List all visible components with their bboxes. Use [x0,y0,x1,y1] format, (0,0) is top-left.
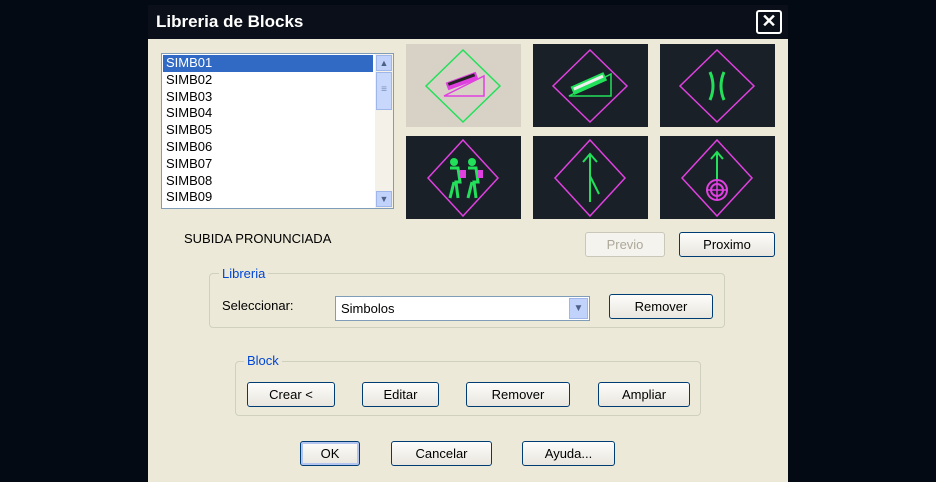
scroll-up-button[interactable]: ▲ [376,55,392,71]
list-item[interactable]: SIMB07 [163,156,373,173]
thumb-incorporacion-icon [553,138,627,218]
thumbnail-2[interactable] [533,44,648,127]
list-item[interactable]: SIMB02 [163,72,373,89]
block-remover-button[interactable]: Remover [466,382,570,407]
chevron-down-icon: ▼ [573,303,584,314]
thumbnail-6[interactable] [660,136,775,219]
libreria-de-blocks-dialog: Libreria de Blocks ✕ SIMB01 SIMB02 SIMB03 S… [148,5,788,482]
editar-label: Editar [383,387,418,402]
thumbnail-4[interactable] [406,136,521,219]
editar-button[interactable]: Editar [362,382,439,407]
ayuda-label: Ayuda... [544,446,593,461]
list-item[interactable]: SIMB03 [163,89,373,106]
thumb-puente-angosto-icon [678,48,756,124]
title-bar[interactable]: Libreria de Blocks ✕ [148,5,788,39]
ok-label: OK [320,446,340,461]
thumbnail-5[interactable] [533,136,648,219]
ampliar-label: Ampliar [621,387,667,402]
list-scrollbar[interactable]: ▲ ≡ ▼ [375,54,393,208]
thumbnail-3[interactable] [660,44,775,127]
crear-label: Crear < [269,387,313,402]
thumb-bajada-pronunciada-icon [551,48,629,124]
dropdown-button[interactable]: ▼ [569,298,588,319]
ok-button[interactable]: OK [300,441,360,466]
dialog-title: Libreria de Blocks [156,12,304,31]
thumb-peatones-icon [426,138,500,218]
grip-icon: ≡ [381,84,387,95]
thumb-circulo-icon [680,138,754,218]
thumb-subida-pronunciada-icon [424,48,502,124]
proximo-label: Proximo [703,237,751,252]
previo-button[interactable]: Previo [585,232,665,257]
ampliar-button[interactable]: Ampliar [598,382,690,407]
scroll-down-button[interactable]: ▼ [376,191,392,207]
thumbnail-1[interactable] [406,44,521,127]
list-item[interactable]: SIMB04 [163,105,373,122]
block-remover-label: Remover [491,387,545,402]
cancelar-label: Cancelar [415,446,468,461]
blocks-listbox[interactable]: SIMB01 SIMB02 SIMB03 SIMB04 SIMB05 SIMB06 SIMB… [161,53,394,209]
chevron-down-icon: ▼ [379,194,389,204]
ayuda-button[interactable]: Ayuda... [522,441,615,466]
list-item[interactable]: SIMB01 [163,55,373,72]
cancelar-button[interactable]: Cancelar [391,441,492,466]
close-button[interactable]: ✕ [756,10,782,34]
seleccionar-label: Seleccionar: [222,298,294,313]
previo-label: Previo [606,237,644,252]
list-item[interactable]: SIMB06 [163,139,373,156]
block-description: SUBIDA PRONUNCIADA [184,231,332,246]
libreria-select[interactable]: Simbolos ▼ [335,296,590,321]
proximo-button[interactable]: Proximo [679,232,775,257]
block-group-label: Block [244,353,282,368]
scroll-thumb[interactable]: ≡ [376,72,392,110]
libreria-select-value: Simbolos [341,301,395,316]
close-icon: ✕ [761,11,777,31]
crear-button[interactable]: Crear < [247,382,335,407]
libreria-remover-button[interactable]: Remover [609,294,713,319]
libreria-group-label: Libreria [219,266,269,281]
blocks-list: SIMB01 SIMB02 SIMB03 SIMB04 SIMB05 SIMB06 SIMB… [163,55,373,206]
list-item[interactable]: SIMB09 [163,189,373,206]
libreria-remover-label: Remover [634,299,688,314]
chevron-up-icon: ▲ [379,58,389,68]
list-item[interactable]: SIMB08 [163,173,373,190]
list-item[interactable]: SIMB05 [163,122,373,139]
